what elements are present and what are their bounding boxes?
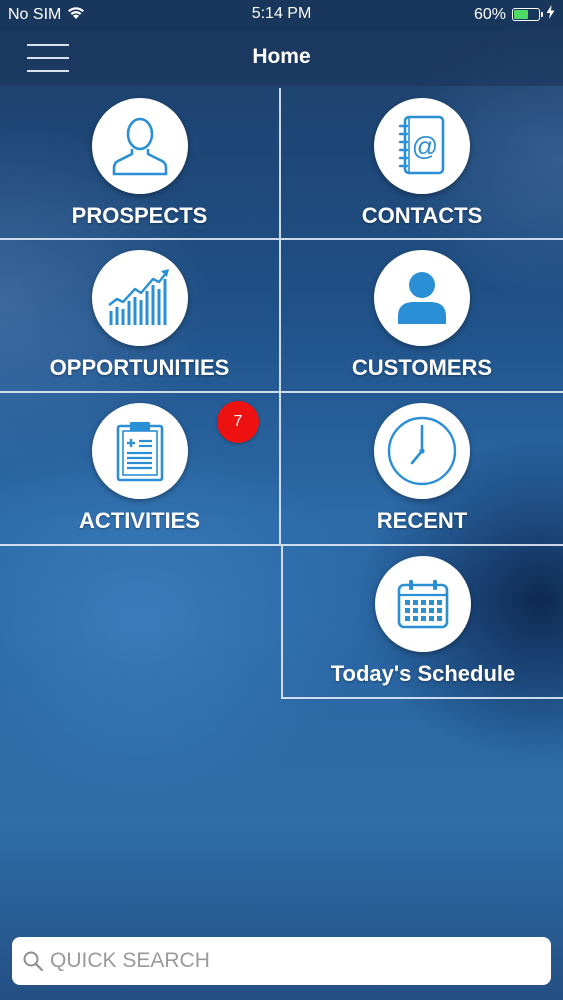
tile-label-opportunities: OPPORTUNITIES (49, 355, 230, 380)
schedule-icon-circle (375, 556, 471, 652)
bolt-icon (546, 5, 555, 24)
activities-count-badge: 7 (217, 401, 259, 443)
tile-contacts[interactable]: @ CONTACTS (281, 88, 563, 240)
tile-label-recent: RECENT (376, 508, 468, 533)
address-book-icon: @ (398, 115, 445, 175)
search-icon (22, 950, 44, 972)
quick-search-input[interactable] (50, 945, 540, 977)
tile-label-prospects: PROSPECTS (71, 203, 208, 228)
battery-icon (512, 8, 543, 21)
navigation-bar: Home (0, 30, 563, 86)
quick-search-bar[interactable] (12, 937, 551, 985)
battery-fill (514, 10, 528, 19)
person-filled-icon (398, 272, 446, 324)
tile-recent[interactable]: RECENT (281, 393, 563, 546)
status-right: 60% (474, 5, 555, 24)
customers-icon-circle (374, 250, 470, 346)
prospects-icon-circle (91, 98, 188, 194)
activities-icon-circle (91, 403, 188, 499)
recent-icon-circle (374, 403, 470, 499)
tile-label-customers: CUSTOMERS (351, 355, 493, 380)
person-outline-icon (112, 117, 167, 176)
tile-todays-schedule[interactable]: Today's Schedule (281, 546, 563, 699)
status-bar: No SIM 5:14 PM 60% (0, 0, 563, 30)
tile-prospects[interactable]: PROSPECTS (0, 88, 281, 240)
opportunities-icon-circle (91, 250, 188, 346)
svg-text:@: @ (412, 131, 438, 161)
calendar-icon (397, 580, 449, 629)
contacts-icon-circle: @ (374, 98, 470, 194)
clock-icon (387, 416, 457, 486)
tile-opportunities[interactable]: OPPORTUNITIES (0, 240, 281, 393)
tile-label-todays-schedule: Today's Schedule (330, 661, 516, 686)
page-title: Home (252, 45, 311, 68)
tile-customers[interactable]: CUSTOMERS (281, 240, 563, 393)
growth-chart-icon (107, 269, 169, 325)
battery-percent: 60% (473, 5, 506, 23)
tile-label-activities: ACTIVITIES (78, 508, 200, 533)
tile-label-contacts: CONTACTS (361, 203, 483, 228)
clipboard-icon (116, 422, 163, 482)
